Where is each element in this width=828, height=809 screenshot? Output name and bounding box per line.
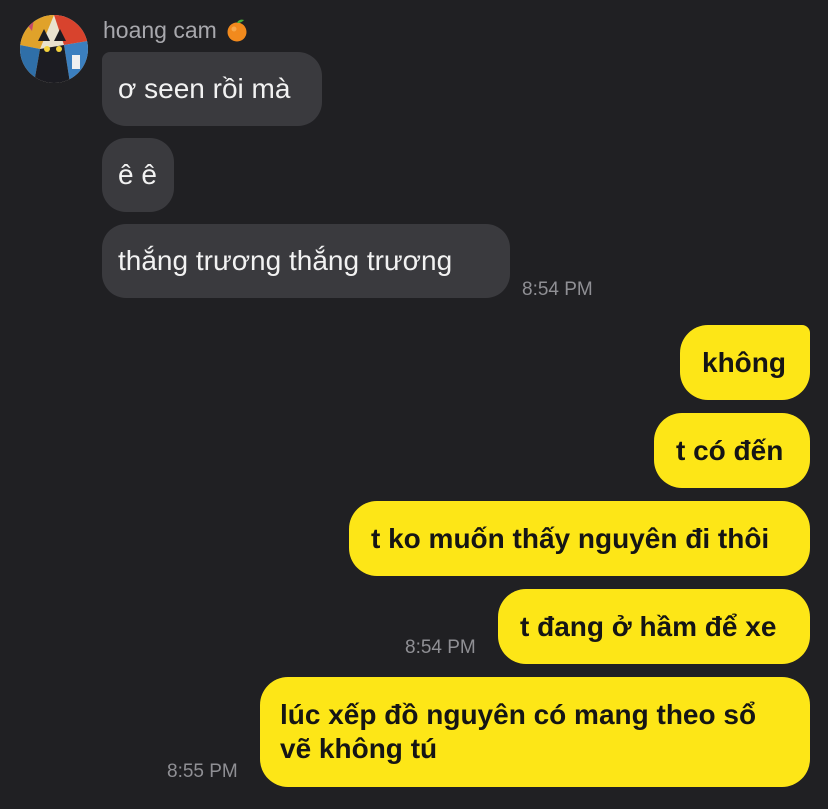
sender-header: hoang cam	[103, 16, 249, 44]
outgoing-message[interactable]: t ko muốn thấy nguyên đi thôi	[349, 501, 810, 576]
outgoing-message[interactable]: t đang ở hầm để xe	[498, 589, 810, 664]
message-text: t có đến	[676, 434, 784, 466]
message-text: ê ê	[118, 159, 157, 190]
outgoing-message[interactable]: lúc xếp đồ nguyên có mang theo sổ vẽ khô…	[260, 677, 810, 787]
avatar-cat-art-icon	[20, 15, 88, 83]
avatar[interactable]	[20, 15, 88, 83]
outgoing-message[interactable]: không	[680, 325, 810, 400]
incoming-message[interactable]: thắng trương thắng trương	[102, 224, 510, 298]
message-timestamp: 8:55 PM	[167, 761, 238, 782]
message-timestamp: 8:54 PM	[405, 637, 476, 658]
message-text-line-1: lúc xếp đồ nguyên có mang theo sổ	[280, 699, 757, 730]
sender-name: hoang cam	[103, 17, 217, 43]
message-text: ơ seen rồi mà	[118, 73, 291, 104]
outgoing-message[interactable]: t có đến	[654, 413, 810, 488]
message-text: thắng trương thắng trương	[118, 245, 453, 276]
message-text: không	[702, 346, 786, 378]
message-text-line-2: vẽ không tú	[280, 733, 438, 764]
message-timestamp: 8:54 PM	[522, 279, 593, 300]
incoming-message[interactable]: ơ seen rồi mà	[102, 52, 322, 126]
message-text: t ko muốn thấy nguyên đi thôi	[371, 522, 770, 554]
tangerine-icon	[225, 18, 249, 42]
incoming-message[interactable]: ê ê	[102, 138, 174, 212]
message-text: t đang ở hầm để xe	[520, 610, 777, 642]
